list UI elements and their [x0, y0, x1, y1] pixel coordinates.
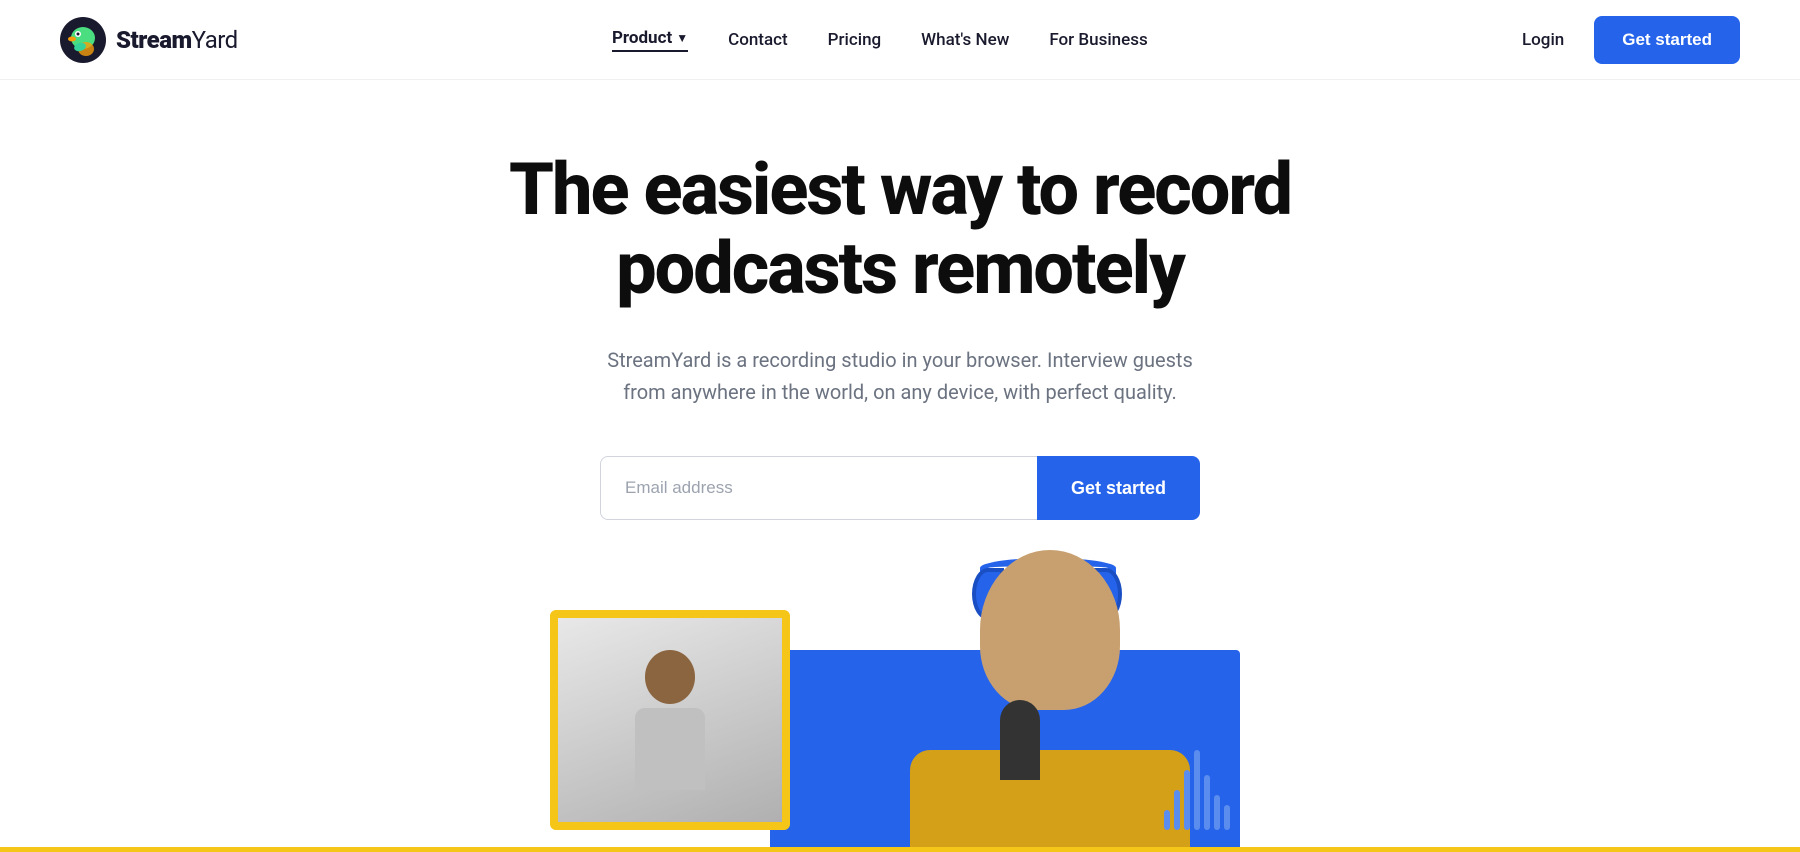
login-link[interactable]: Login: [1522, 30, 1564, 50]
email-input[interactable]: [600, 456, 1037, 520]
host-head: [980, 550, 1120, 710]
nav-item-product[interactable]: Product ▼: [612, 28, 688, 52]
nav-item-for-business[interactable]: For Business: [1049, 30, 1147, 50]
header: StreamYard Product ▼ Contact Pricing Wha…: [0, 0, 1800, 80]
email-form: Get started: [600, 456, 1200, 520]
wave-bar: [1214, 795, 1220, 830]
wave-bar: [1194, 750, 1200, 830]
get-started-button-nav[interactable]: Get started: [1594, 16, 1740, 64]
guest-body: [635, 708, 705, 791]
wave-bar: [1224, 805, 1230, 830]
wave-bar: [1184, 770, 1190, 830]
main-nav: Product ▼ Contact Pricing What's New For…: [612, 28, 1148, 52]
logo-text: StreamYard: [116, 26, 238, 54]
microphone-icon: [1000, 700, 1040, 780]
header-right: Login Get started: [1522, 16, 1740, 64]
wave-bar: [1164, 810, 1170, 830]
logo[interactable]: StreamYard: [60, 17, 238, 63]
get-started-button-hero[interactable]: Get started: [1037, 456, 1200, 520]
wave-bar: [1174, 790, 1180, 830]
nav-item-whats-new[interactable]: What's New: [921, 30, 1009, 50]
video-call-frame: [550, 610, 790, 830]
hero-section: The easiest way to record podcasts remot…: [0, 80, 1800, 850]
guest-video: [558, 618, 782, 822]
audio-waveform: [1164, 750, 1230, 830]
wave-bar: [1204, 775, 1210, 830]
logo-icon: [60, 17, 106, 63]
hero-title: The easiest way to record podcasts remot…: [509, 150, 1291, 308]
nav-item-pricing[interactable]: Pricing: [828, 30, 882, 50]
hero-subtitle: StreamYard is a recording studio in your…: [600, 344, 1200, 408]
nav-item-contact[interactable]: Contact: [728, 30, 788, 50]
bottom-bar: [0, 847, 1800, 852]
hero-image: [550, 580, 1250, 850]
guest-head: [645, 650, 695, 703]
chevron-down-icon: ▼: [676, 31, 688, 45]
host-shirt: [910, 750, 1190, 850]
